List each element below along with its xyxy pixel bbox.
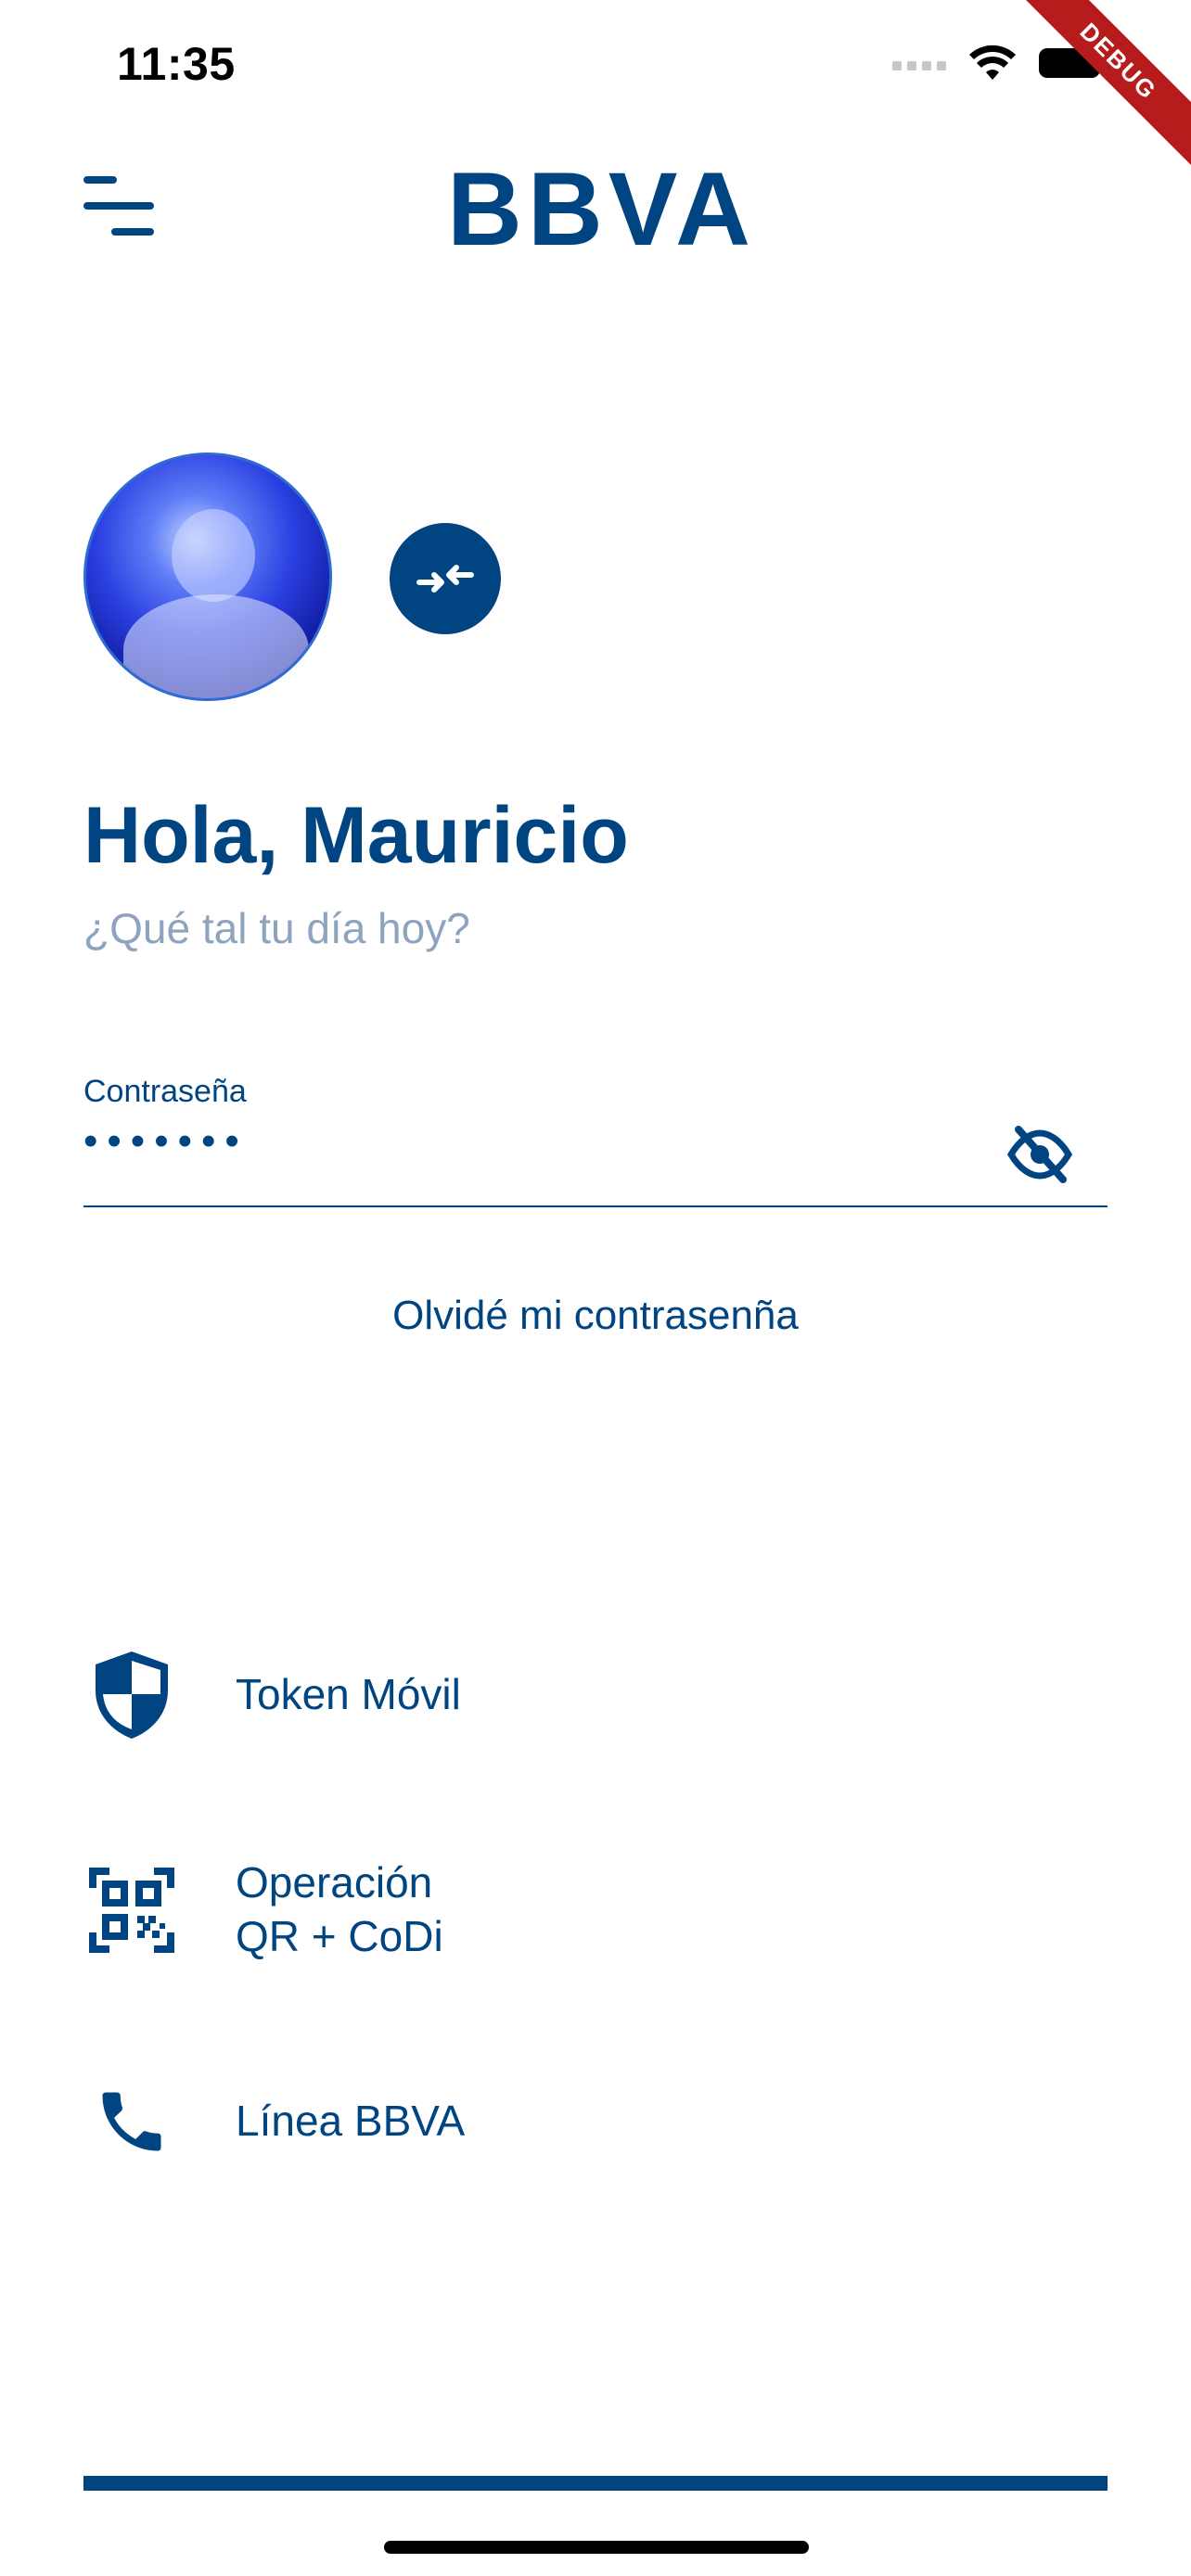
menu-icon[interactable] <box>83 176 158 241</box>
linea-bbva-label: Línea BBVA <box>236 2097 466 2146</box>
shield-icon <box>83 1647 180 1743</box>
qr-codi-label-line1: Operación <box>236 1858 433 1906</box>
greeting-title: Hola, Mauricio <box>83 791 629 880</box>
qr-code-icon <box>83 1862 180 1958</box>
wifi-icon <box>969 45 1016 80</box>
forgot-password-link[interactable]: Olvidé mi contrasenña <box>0 1293 1191 1339</box>
linea-bbva-option[interactable]: Línea BBVA <box>83 2073 1108 2170</box>
qr-codi-label: Operación QR + CoDi <box>236 1856 443 1963</box>
password-label: Contraseña <box>83 1074 247 1109</box>
eye-off-icon[interactable] <box>1006 1122 1073 1187</box>
avatar <box>83 453 332 701</box>
password-underline <box>83 1205 1108 1207</box>
bbva-logo: BBVA <box>447 151 757 267</box>
token-movil-label: Token Móvil <box>236 1670 461 1719</box>
debug-banner: DEBUG <box>991 0 1191 189</box>
phone-icon <box>83 2073 180 2170</box>
password-input[interactable] <box>83 1118 918 1165</box>
greeting-subtitle: ¿Qué tal tu día hoy? <box>83 904 470 952</box>
status-time: 11:35 <box>117 38 236 90</box>
qr-codi-option[interactable]: Operación QR + CoDi <box>83 1856 1108 1963</box>
swap-arrows-icon <box>416 565 474 593</box>
bottom-accent-bar <box>83 2476 1108 2491</box>
home-indicator[interactable] <box>384 2541 809 2554</box>
token-movil-option[interactable]: Token Móvil <box>83 1647 1108 1743</box>
cellular-signal-icon <box>892 61 946 70</box>
switch-user-button[interactable] <box>390 523 501 634</box>
qr-codi-label-line2: QR + CoDi <box>236 1911 443 1960</box>
